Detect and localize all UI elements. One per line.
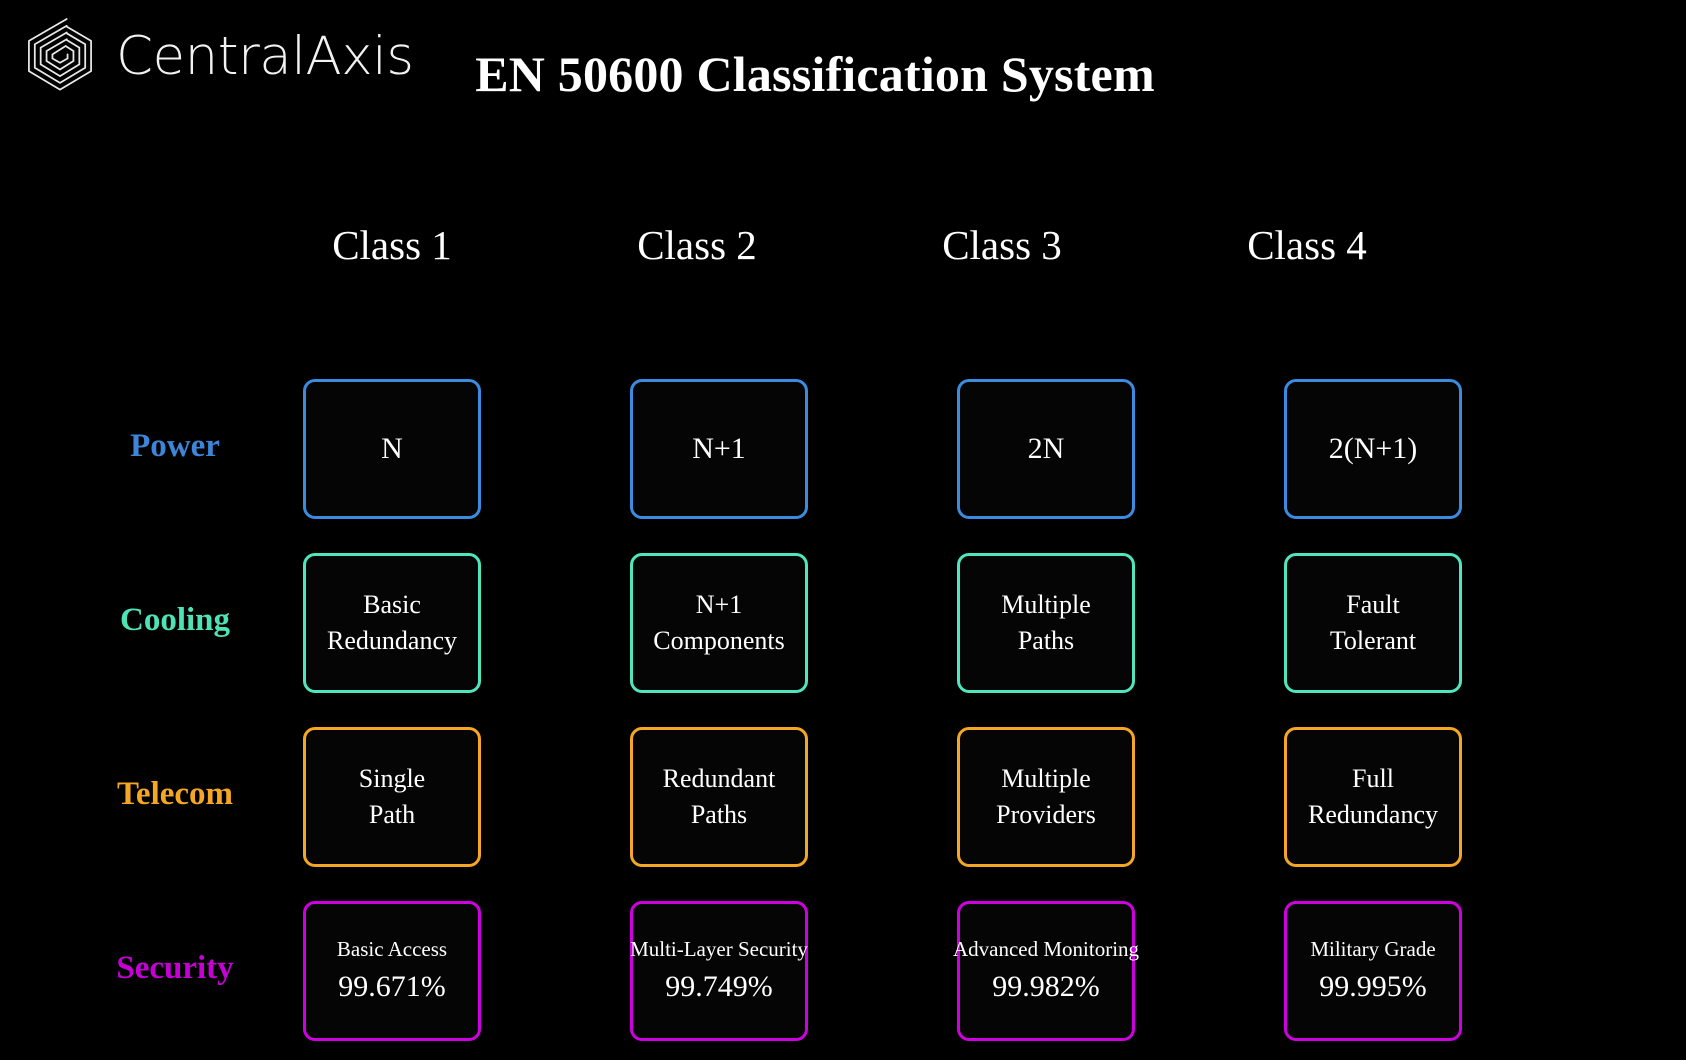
cell-text-line-2: Providers <box>996 800 1096 829</box>
cell-text-line-1: N+1 <box>695 590 743 620</box>
cell-cooling-class-4[interactable]: Fault Tolerant <box>1284 553 1462 693</box>
cell-text-line-1: Redundant <box>662 764 776 794</box>
cell-security-class-1[interactable]: Basic Access 99.671% <box>303 901 481 1041</box>
column-header-class-1: Class 1 <box>332 222 452 268</box>
column-header-class-4: Class 4 <box>1247 222 1367 268</box>
cell-telecom-class-2[interactable]: Redundant Paths <box>630 727 808 867</box>
cell-security-label: Military Grade <box>1310 937 1436 962</box>
cell-text-line-1: Multiple <box>1001 590 1091 620</box>
cell-text: 2N <box>1027 432 1065 466</box>
row-label-security: Security <box>116 950 234 986</box>
cell-text-line-2: Paths <box>1017 626 1075 655</box>
cell-security-class-4[interactable]: Military Grade 99.995% <box>1284 901 1462 1041</box>
cell-text-line-1: Multiple <box>1001 764 1091 794</box>
cell-security-availability: 99.749% <box>665 969 773 1003</box>
cell-telecom-class-1[interactable]: Single Path <box>303 727 481 867</box>
cell-text-line-1: Basic <box>363 590 421 620</box>
cell-text: 2(N+1) <box>1328 432 1418 466</box>
classification-matrix: Class 1 Class 2 Class 3 Class 4 Power Co… <box>0 0 1686 1060</box>
cell-security-availability: 99.995% <box>1319 969 1427 1003</box>
cell-text-line-1: Full <box>1352 764 1394 794</box>
cell-security-availability: 99.671% <box>338 969 446 1003</box>
cell-cooling-class-3[interactable]: Multiple Paths <box>957 553 1135 693</box>
cell-security-label: Advanced Monitoring <box>952 937 1140 962</box>
cell-power-class-3[interactable]: 2N <box>957 379 1135 519</box>
cell-text-line-2: Redundancy <box>327 626 457 655</box>
cell-power-class-1[interactable]: N <box>303 379 481 519</box>
cell-telecom-class-4[interactable]: Full Redundancy <box>1284 727 1462 867</box>
cell-cooling-class-2[interactable]: N+1 Components <box>630 553 808 693</box>
column-header-class-2: Class 2 <box>637 222 757 268</box>
cell-text-line-2: Paths <box>690 800 748 829</box>
cell-text-line-2: Path <box>368 800 416 829</box>
cell-text: N+1 <box>692 432 746 466</box>
row-label-power: Power <box>130 428 220 464</box>
column-header-class-3: Class 3 <box>942 222 1062 268</box>
row-label-cooling: Cooling <box>119 602 231 638</box>
cell-text: N <box>381 432 403 466</box>
cell-telecom-class-3[interactable]: Multiple Providers <box>957 727 1135 867</box>
cell-security-class-3[interactable]: Advanced Monitoring 99.982% <box>953 901 1139 1041</box>
cell-text-line-2: Redundancy <box>1308 800 1438 829</box>
cell-text-line-2: Tolerant <box>1329 626 1417 655</box>
cell-text-line-1: Fault <box>1346 590 1400 620</box>
cell-cooling-class-1[interactable]: Basic Redundancy <box>303 553 481 693</box>
cell-security-label: Multi-Layer Security <box>630 937 808 962</box>
cell-power-class-2[interactable]: N+1 <box>630 379 808 519</box>
row-label-telecom: Telecom <box>116 776 234 812</box>
cell-text-line-2: Components <box>653 626 785 655</box>
cell-security-label: Basic Access <box>336 937 448 962</box>
cell-text-line-1: Single <box>358 764 426 794</box>
cell-security-availability: 99.982% <box>992 969 1100 1003</box>
cell-power-class-4[interactable]: 2(N+1) <box>1284 379 1462 519</box>
cell-security-class-2[interactable]: Multi-Layer Security 99.749% <box>630 901 808 1041</box>
